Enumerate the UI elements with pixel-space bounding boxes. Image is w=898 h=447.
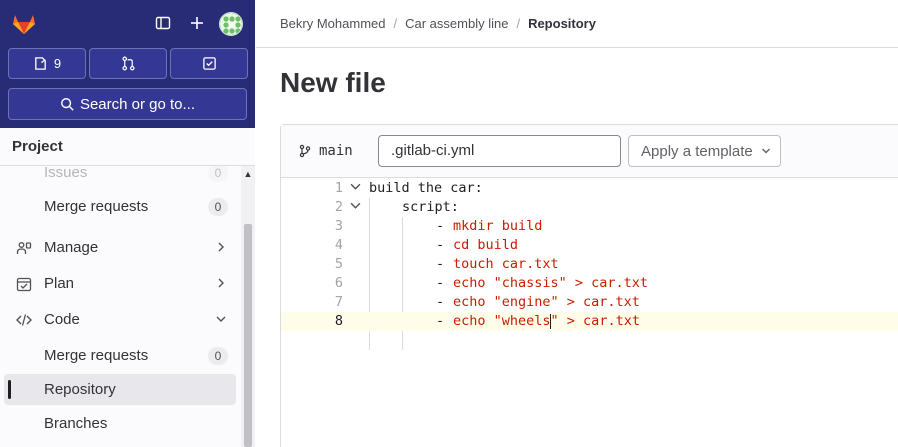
sidebar-nav: Issues 0 Merge requests 0 Manage Plan Co… xyxy=(0,166,240,447)
issues-count-button[interactable]: 9 xyxy=(8,48,86,79)
code-text: script: xyxy=(402,199,459,215)
sidebar: 9 Search or go to... Project Issues 0 Me… xyxy=(0,0,255,447)
code-editor[interactable]: 1 build the car: 2 script: 3 - mkdir bui… xyxy=(281,179,898,447)
sidebar-item-label: Merge requests xyxy=(44,347,149,364)
sidebar-item-label: Branches xyxy=(44,415,108,432)
chevron-right-icon xyxy=(216,241,226,255)
sidebar-item-manage[interactable]: Manage xyxy=(4,232,236,263)
merge-requests-badge: 0 xyxy=(208,346,228,365)
todo-check-icon xyxy=(202,57,216,70)
branch-indicator: main xyxy=(299,143,353,159)
branch-icon xyxy=(299,144,311,158)
chevron-right-icon xyxy=(216,277,226,291)
search-icon xyxy=(61,98,74,111)
sidebar-item-branches[interactable]: Branches xyxy=(4,408,236,439)
code-icon xyxy=(16,312,32,328)
users-icon xyxy=(16,240,32,256)
gitlab-logo-icon[interactable] xyxy=(10,9,38,37)
sidebar-scrollbar[interactable]: ▲ xyxy=(241,166,255,447)
code-dash: - xyxy=(436,294,453,310)
sidebar-section-title: Project xyxy=(12,138,63,155)
line-number: 1 xyxy=(334,180,343,196)
code-dash: - xyxy=(436,256,453,272)
sidebar-item-label: Code xyxy=(44,311,80,328)
sidebar-item-repository[interactable]: Repository xyxy=(4,374,236,405)
code-dash: - xyxy=(436,237,453,253)
sidebar-item-code[interactable]: Code xyxy=(4,304,236,335)
sidebar-header: 9 Search or go to... xyxy=(0,0,255,128)
sidebar-item-code-merge-requests[interactable]: Merge requests 0 xyxy=(4,340,236,371)
code-line: 5 - touch car.txt xyxy=(281,255,898,274)
search-label: Search or go to... xyxy=(79,95,196,113)
issues-count: 9 xyxy=(53,56,62,71)
chevron-down-icon xyxy=(761,148,770,154)
scroll-up-arrow-icon[interactable]: ▲ xyxy=(241,168,255,180)
code-text: cd build xyxy=(453,237,519,253)
merge-request-icon xyxy=(121,56,135,71)
code-text: echo "chassis" > car.txt xyxy=(453,275,649,291)
line-number: 6 xyxy=(334,275,343,291)
code-text-current: echo "wheels" > car.txt xyxy=(453,312,640,331)
code-text: echo "engine" > car.txt xyxy=(453,294,640,310)
code-line: 6 - echo "chassis" > car.txt xyxy=(281,274,898,293)
code-line: 1 build the car: xyxy=(281,179,898,198)
line-number: 7 xyxy=(334,294,343,310)
sidebar-toggle-icon[interactable] xyxy=(150,10,176,36)
fold-chevron-icon[interactable] xyxy=(350,179,361,198)
sidebar-item-label: Issues xyxy=(44,166,88,181)
main-content: Bekry Mohammed / Car assembly line / Rep… xyxy=(256,0,898,447)
breadcrumb-separator: / xyxy=(393,16,398,31)
merge-requests-badge: 0 xyxy=(208,197,228,216)
code-dash: - xyxy=(436,218,453,234)
line-number: 5 xyxy=(334,256,343,272)
breadcrumb-separator: / xyxy=(516,16,521,31)
scrollbar-thumb[interactable] xyxy=(244,224,252,447)
filename-input[interactable]: .gitlab-ci.yml xyxy=(378,135,621,167)
fold-chevron-icon[interactable] xyxy=(350,198,361,217)
line-number: 4 xyxy=(334,237,343,253)
issues-icon xyxy=(35,57,46,70)
search-button[interactable]: Search or go to... xyxy=(8,88,247,120)
code-dash: - xyxy=(436,313,453,329)
calendar-icon xyxy=(16,276,32,292)
code-line: 3 - mkdir build xyxy=(281,217,898,236)
code-line: 2 script: xyxy=(281,198,898,217)
sidebar-item-plan[interactable]: Plan xyxy=(4,268,236,299)
file-editor: main .gitlab-ci.yml Apply a template 1 b… xyxy=(280,124,898,447)
breadcrumb: Bekry Mohammed / Car assembly line / Rep… xyxy=(256,0,898,48)
breadcrumb-project[interactable]: Car assembly line xyxy=(405,16,508,31)
breadcrumb-current[interactable]: Repository xyxy=(528,16,596,31)
user-avatar[interactable] xyxy=(219,12,243,36)
code-text: touch car.txt xyxy=(453,256,559,272)
line-number: 2 xyxy=(334,199,343,215)
sidebar-item-label: Plan xyxy=(44,275,75,292)
code-line: 4 - cd build xyxy=(281,236,898,255)
apply-template-label: Apply a template xyxy=(641,142,753,160)
chevron-down-icon xyxy=(216,313,226,327)
todo-button[interactable] xyxy=(170,48,248,79)
line-number: 8 xyxy=(334,313,343,329)
plus-icon[interactable] xyxy=(184,10,210,36)
breadcrumb-user[interactable]: Bekry Mohammed xyxy=(280,16,385,31)
code-text-before-cursor: echo "wheels xyxy=(453,313,551,329)
sidebar-item-label: Manage xyxy=(44,239,99,256)
sidebar-project-header: Project xyxy=(0,128,255,166)
code-text: build the car: xyxy=(369,180,483,196)
code-dash: - xyxy=(436,275,453,291)
apply-template-dropdown[interactable]: Apply a template xyxy=(628,135,781,167)
page-title: New file xyxy=(280,67,386,98)
line-number: 3 xyxy=(334,218,343,234)
editor-header: main .gitlab-ci.yml Apply a template xyxy=(281,125,898,178)
sidebar-item-label: Repository xyxy=(44,381,116,398)
sidebar-item-issues[interactable]: Issues 0 xyxy=(4,166,236,188)
code-text: mkdir build xyxy=(453,218,543,234)
code-text-after-cursor: " > car.txt xyxy=(550,313,640,329)
merge-requests-button[interactable] xyxy=(89,48,167,79)
code-line: 7 - echo "engine" > car.txt xyxy=(281,293,898,312)
branch-name: main xyxy=(319,143,353,159)
issues-badge: 0 xyxy=(208,166,228,182)
sidebar-item-merge-requests[interactable]: Merge requests 0 xyxy=(4,191,236,222)
sidebar-item-label: Merge requests xyxy=(44,198,149,215)
code-line-current: 8 - echo "wheels" > car.txt xyxy=(281,312,898,331)
